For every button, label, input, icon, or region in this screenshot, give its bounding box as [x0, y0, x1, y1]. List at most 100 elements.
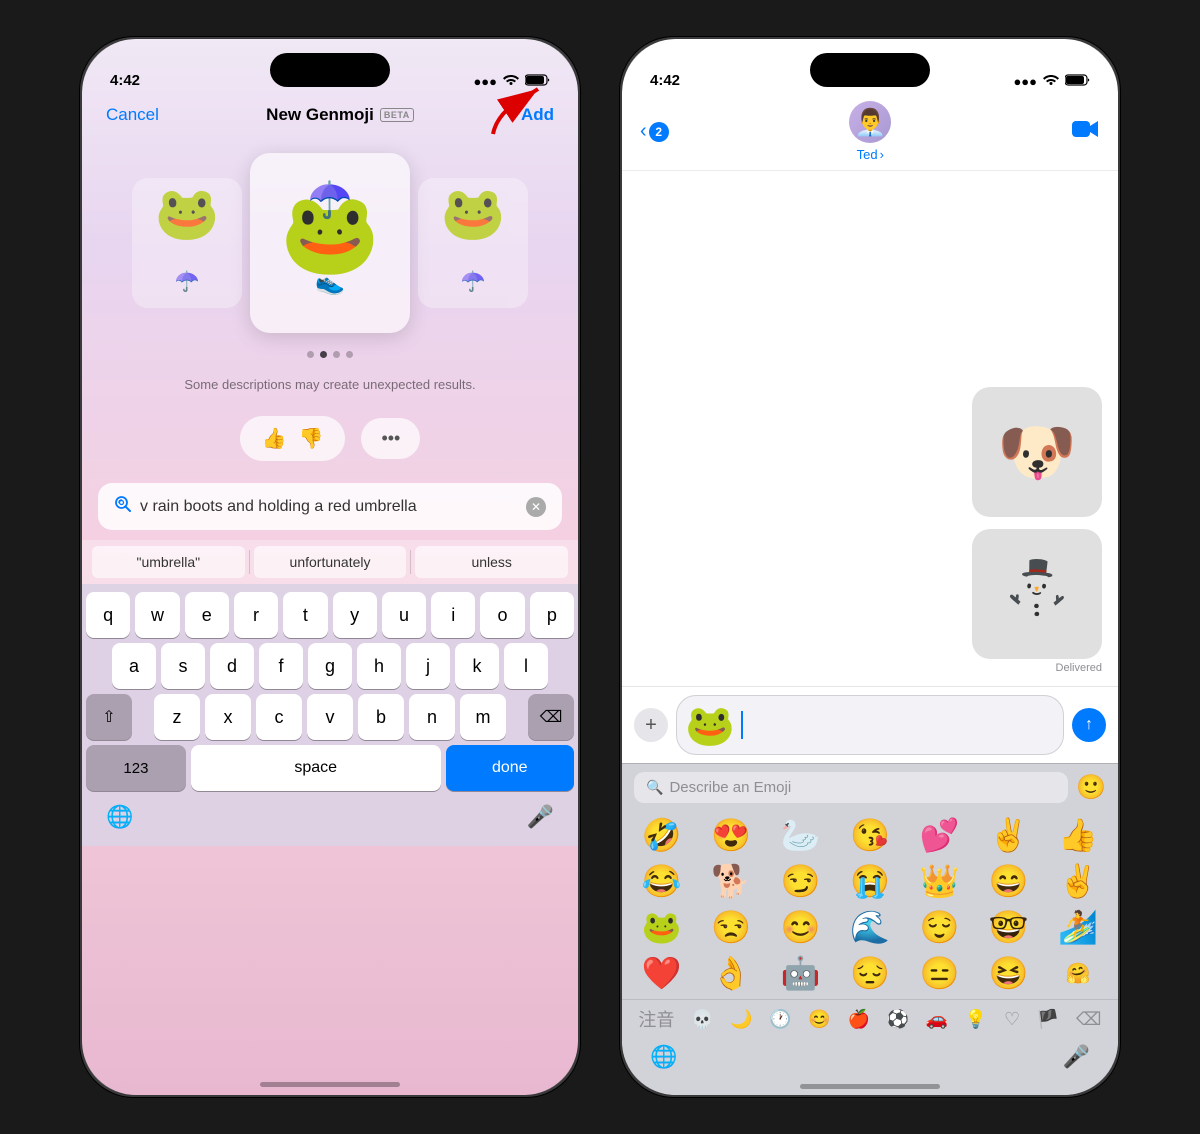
emoji-hugging[interactable]: 🤗 — [1045, 951, 1112, 995]
emoji-face-button[interactable]: 🙂 — [1076, 773, 1106, 802]
autocomplete-1[interactable]: "umbrella" — [92, 546, 245, 578]
key-g[interactable]: g — [308, 643, 352, 689]
feedback-buttons[interactable]: 👍 👎 — [240, 416, 346, 461]
message-input-bubble[interactable]: 🐸 — [676, 695, 1064, 755]
key-s[interactable]: s — [161, 643, 205, 689]
warning-text: Some descriptions may create unexpected … — [82, 366, 578, 404]
emoji-thumbsup[interactable]: 👍 — [1045, 813, 1112, 857]
key-t[interactable]: t — [283, 592, 327, 638]
emoji-search-bar[interactable]: 🔍 Describe an Emoji — [634, 772, 1068, 803]
key-n[interactable]: n — [409, 694, 455, 740]
key-b[interactable]: b — [358, 694, 404, 740]
cat-travel[interactable]: 🍎 — [848, 1009, 870, 1030]
thumbs-up-icon[interactable]: 👍 — [262, 426, 287, 451]
key-e[interactable]: e — [185, 592, 229, 638]
send-button[interactable]: ↑ — [1072, 708, 1106, 742]
key-shift[interactable]: ⇧ — [86, 694, 132, 740]
emoji-grin[interactable]: 😄 — [975, 859, 1042, 903]
key-q[interactable]: q — [86, 592, 130, 638]
emoji-dog2[interactable]: 🐕 — [697, 859, 764, 903]
key-space[interactable]: space — [191, 745, 441, 791]
cat-flag[interactable]: 🏴 — [1037, 1009, 1059, 1030]
frog-preview-center[interactable]: 🐸 ☂️ 👟 — [250, 153, 410, 333]
key-m[interactable]: m — [460, 694, 506, 740]
cat-objects[interactable]: ⚽ — [887, 1009, 909, 1030]
key-u[interactable]: u — [382, 592, 426, 638]
key-z[interactable]: z — [154, 694, 200, 740]
emoji-ghost-heart[interactable]: 🦢 — [767, 813, 834, 857]
key-l[interactable]: l — [504, 643, 548, 689]
cat-delete[interactable]: ⌫ — [1076, 1009, 1101, 1030]
frog-preview-left[interactable]: 🐸☂️ — [132, 178, 242, 308]
key-delete[interactable]: ⌫ — [528, 694, 574, 740]
time-1: 4:42 — [110, 72, 140, 89]
cat-people[interactable]: 💀 — [691, 1009, 713, 1030]
key-a[interactable]: a — [112, 643, 156, 689]
key-d[interactable]: d — [210, 643, 254, 689]
mic-icon-1[interactable]: 🎤 — [527, 804, 554, 830]
thumbs-down-icon[interactable]: 👎 — [299, 426, 324, 451]
key-r[interactable]: r — [234, 592, 278, 638]
emoji-crying[interactable]: 😭 — [836, 859, 903, 903]
cat-flags[interactable]: 💡 — [965, 1009, 987, 1030]
snowman-image: ⛄ — [972, 529, 1102, 659]
mic-icon-2[interactable]: 🎤 — [1063, 1044, 1090, 1070]
key-123[interactable]: 123 — [86, 745, 186, 791]
emoji-two-hearts[interactable]: 💕 — [906, 813, 973, 857]
cat-food[interactable]: 🕐 — [769, 1009, 791, 1030]
emoji-unamused[interactable]: 😒 — [697, 905, 764, 949]
emoji-peace[interactable]: ✌️ — [975, 813, 1042, 857]
key-o[interactable]: o — [480, 592, 524, 638]
emoji-kiss[interactable]: 😘 — [836, 813, 903, 857]
key-y[interactable]: y — [333, 592, 377, 638]
emoji-expressionless[interactable]: 😑 — [906, 951, 973, 995]
back-button[interactable]: ‹ 2 — [640, 120, 669, 143]
autocomplete-2[interactable]: unfortunately — [254, 546, 407, 578]
key-done[interactable]: done — [446, 745, 574, 791]
contact-header[interactable]: 👨‍💼 Ted › — [849, 101, 891, 162]
video-call-button[interactable] — [1072, 118, 1100, 146]
emoji-surf[interactable]: 🏄 — [1045, 905, 1112, 949]
frog-preview-right[interactable]: 🐸☂️ — [418, 178, 528, 308]
emoji-tears-joy[interactable]: 😂 — [628, 859, 695, 903]
cat-activity[interactable]: 😊 — [808, 1009, 830, 1030]
key-c[interactable]: c — [256, 694, 302, 740]
emoji-smirk[interactable]: 😏 — [767, 859, 834, 903]
globe-icon-2[interactable]: 🌐 — [650, 1044, 677, 1070]
key-k[interactable]: k — [455, 643, 499, 689]
emoji-pensive[interactable]: 😔 — [836, 951, 903, 995]
clear-button[interactable]: ✕ — [526, 497, 546, 517]
key-p[interactable]: p — [530, 592, 574, 638]
emoji-smile[interactable]: 😊 — [767, 905, 834, 949]
emoji-laughing-rolling[interactable]: 🤣 — [628, 813, 695, 857]
emoji-heart[interactable]: ❤️ — [628, 951, 695, 995]
emoji-wave[interactable]: 🌊 — [836, 905, 903, 949]
cat-symbols[interactable]: 🚗 — [926, 1009, 948, 1030]
add-attachment-button[interactable]: + — [634, 708, 668, 742]
emoji-heart-eyes[interactable]: 😍 — [697, 813, 764, 857]
cat-heart[interactable]: ♡ — [1004, 1009, 1020, 1030]
message-dog: 🐶 — [972, 387, 1102, 517]
more-options-button[interactable]: ••• — [361, 418, 420, 459]
cat-recents[interactable]: 注音 — [638, 1006, 674, 1032]
emoji-relieved[interactable]: 😌 — [906, 905, 973, 949]
emoji-laughing-squint[interactable]: 😆 — [975, 951, 1042, 995]
key-h[interactable]: h — [357, 643, 401, 689]
key-x[interactable]: x — [205, 694, 251, 740]
key-f[interactable]: f — [259, 643, 303, 689]
cat-nature[interactable]: 🌙 — [730, 1009, 752, 1030]
emoji-ok[interactable]: 👌 — [697, 951, 764, 995]
emoji-frog-custom[interactable]: 🐸 — [628, 905, 695, 949]
emoji-robot[interactable]: 🤖 — [767, 951, 834, 995]
genmoji-search-input[interactable]: v rain boots and holding a red umbrella … — [98, 483, 562, 530]
emoji-peace2[interactable]: ✌️ — [1045, 859, 1112, 903]
globe-icon-1[interactable]: 🌐 — [106, 804, 133, 830]
cancel-button[interactable]: Cancel — [106, 105, 159, 125]
autocomplete-3[interactable]: unless — [415, 546, 568, 578]
key-i[interactable]: i — [431, 592, 475, 638]
key-j[interactable]: j — [406, 643, 450, 689]
key-v[interactable]: v — [307, 694, 353, 740]
emoji-crown[interactable]: 👑 — [906, 859, 973, 903]
emoji-nerd[interactable]: 🤓 — [975, 905, 1042, 949]
key-w[interactable]: w — [135, 592, 179, 638]
